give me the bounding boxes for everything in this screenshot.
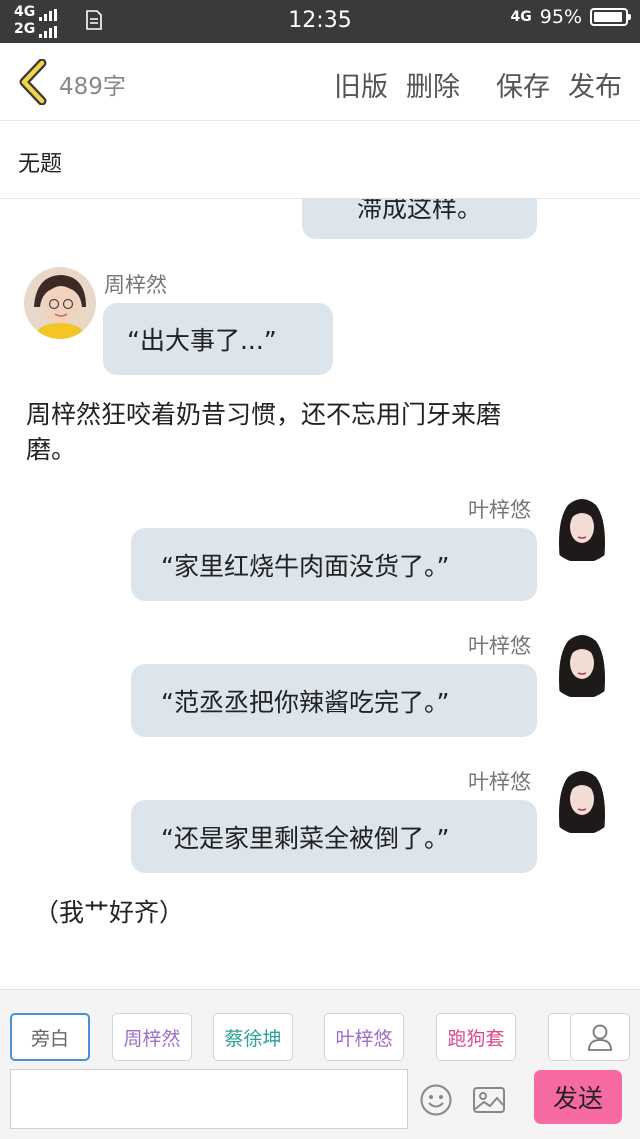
editor-bottom-bar: 旁白 周梓然 蔡徐坤 叶梓悠 跑狗套 发送 <box>0 989 640 1139</box>
avatar[interactable] <box>546 763 618 835</box>
delete-button[interactable]: 删除 <box>406 65 460 104</box>
message-bubble-partial[interactable]: 滞成这样。 <box>302 199 537 239</box>
role-chip-label: 旁白 <box>30 1027 69 1050</box>
avatar-girl-yellow-icon <box>24 267 96 339</box>
narration-line: 磨。 <box>26 435 77 464</box>
message-input[interactable] <box>10 1069 408 1129</box>
status-bar: 4G 2G 12:35 4G 95% <box>0 0 640 43</box>
image-icon[interactable] <box>472 1083 506 1117</box>
narration-text[interactable]: （我艹好齐） <box>34 895 184 930</box>
speaker-name: 周梓然 <box>104 273 167 297</box>
role-chip-label: 蔡徐坤 <box>224 1027 282 1050</box>
message-text: “范丞丞把你辣酱吃完了。” <box>161 687 450 717</box>
role-chip[interactable]: 叶梓悠 <box>324 1013 404 1061</box>
avatar[interactable] <box>24 267 96 339</box>
add-role-button[interactable] <box>570 1013 630 1061</box>
speaker-name: 叶梓悠 <box>468 498 531 522</box>
person-icon <box>588 1024 612 1051</box>
message-bubble[interactable]: “出大事了...” <box>103 303 333 375</box>
avatar[interactable] <box>546 627 618 699</box>
avatar-girl-longhair-icon <box>546 627 618 699</box>
publish-button[interactable]: 发布 <box>568 65 622 104</box>
role-chip-label: 周梓然 <box>123 1027 181 1050</box>
network-type-right: 4G <box>510 9 532 25</box>
emoji-icon[interactable] <box>419 1083 453 1117</box>
avatar-girl-longhair-icon <box>546 763 618 835</box>
story-content[interactable]: 滞成这样。 周梓然 “出大事了...” 周梓然狂咬着奶昔习惯，还不忘用门牙来磨 … <box>0 199 640 989</box>
avatar[interactable] <box>546 491 618 563</box>
title-bar[interactable]: 无题 <box>0 121 640 199</box>
battery-icon <box>590 8 631 26</box>
narration-text[interactable]: 周梓然狂咬着奶昔习惯，还不忘用门牙来磨 磨。 <box>26 397 501 467</box>
avatar-girl-longhair-icon <box>546 491 618 563</box>
role-chip-narrator[interactable]: 旁白 <box>10 1013 90 1061</box>
save-button[interactable]: 保存 <box>496 65 550 104</box>
message-text: 滞成这样。 <box>356 199 482 223</box>
message-text: “家里红烧牛肉面没货了。” <box>161 551 450 581</box>
top-nav: 489字 旧版 删除 保存 发布 <box>0 43 640 121</box>
message-bubble[interactable]: “范丞丞把你辣酱吃完了。” <box>131 664 537 737</box>
story-title[interactable]: 无题 <box>18 146 62 178</box>
old-version-button[interactable]: 旧版 <box>334 65 388 104</box>
battery-percent: 95% <box>539 6 582 28</box>
role-chip-label: 跑狗套 <box>447 1027 505 1050</box>
narration-line: 周梓然狂咬着奶昔习惯，还不忘用门牙来磨 <box>26 400 502 429</box>
message-text: “出大事了...” <box>127 326 277 355</box>
speaker-name: 叶梓悠 <box>468 770 531 794</box>
speaker-name: 叶梓悠 <box>468 634 531 658</box>
role-chip[interactable]: 周梓然 <box>112 1013 192 1061</box>
role-chip-label: 叶梓悠 <box>335 1027 393 1050</box>
word-count: 489字 <box>59 74 126 100</box>
message-bubble[interactable]: “家里红烧牛肉面没货了。” <box>131 528 537 601</box>
role-chip[interactable]: 蔡徐坤 <box>213 1013 293 1061</box>
send-button[interactable]: 发送 <box>534 1070 622 1124</box>
role-chip-partial[interactable] <box>548 1013 570 1061</box>
narration-line: （我艹好齐） <box>34 898 185 927</box>
role-chip[interactable]: 跑狗套 <box>436 1013 516 1061</box>
message-bubble[interactable]: “还是家里剩菜全被倒了。” <box>131 800 537 873</box>
back-chevron-icon[interactable] <box>16 59 50 105</box>
message-text: “还是家里剩菜全被倒了。” <box>161 823 450 853</box>
